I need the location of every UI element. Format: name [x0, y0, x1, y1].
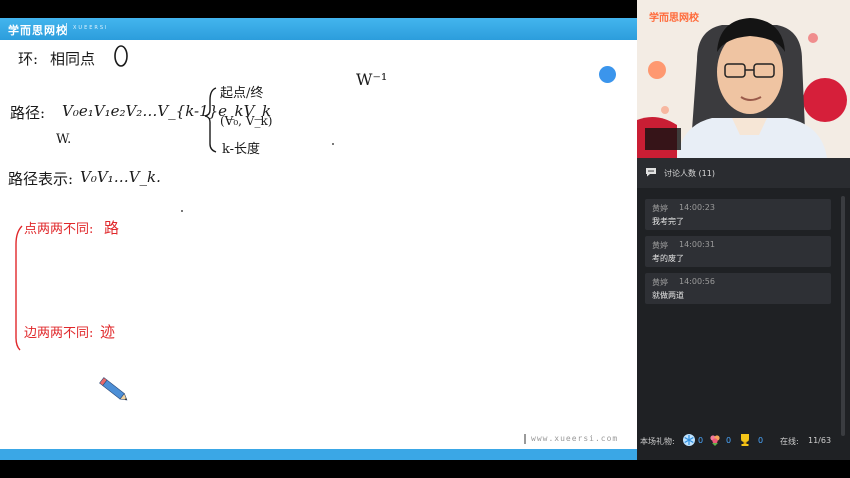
chat-title: 讨论人数 (11) — [664, 169, 715, 178]
trophy-icon[interactable] — [738, 433, 752, 447]
chat-message: 黄婷 14:00:31 考的废了 — [645, 236, 831, 267]
snowflake-icon[interactable] — [682, 433, 696, 447]
laser-pointer — [599, 66, 616, 83]
whiteboard: 学而思网校 XUEERSI 环: 相同点 路径: V₀e₁V₁e₂V₂…V_{k… — [0, 18, 637, 460]
hw-line2-sub: W. — [56, 132, 72, 147]
chat-panel: 讨论人数 (11) 黄婷 14:00:23 我考完了 黄婷 14:00:31 考… — [637, 158, 850, 460]
ink-dot — [332, 143, 334, 145]
flower-icon[interactable] — [708, 433, 722, 447]
chat-message-text: 考的废了 — [652, 254, 684, 263]
bottom-bar — [0, 460, 850, 478]
hw-line1-label: 环: — [18, 50, 39, 68]
red-brace — [15, 225, 23, 351]
gift-bar: 本场礼物: 0 0 0 在线: 11/63 — [637, 430, 850, 450]
chat-scrollbar[interactable] — [841, 196, 845, 436]
pencil-icon — [99, 377, 128, 401]
hw-brace-item2: (V₀, V_k) — [220, 114, 273, 128]
chat-message-text: 就做两道 — [652, 291, 684, 300]
handwriting-strokes — [15, 45, 334, 401]
chat-message-time: 14:00:31 — [679, 240, 715, 249]
hw-line2-label: 路径: — [10, 104, 46, 122]
teacher-video: 学而思网校 — [637, 0, 850, 158]
gift-count: 0 — [758, 436, 764, 445]
chat-message: 黄婷 14:00:56 就做两道 — [645, 273, 831, 304]
chat-header: 讨论人数 (11) — [637, 158, 850, 188]
chat-message-text: 我考完了 — [652, 217, 684, 226]
gift-label: 本场礼物: — [640, 437, 675, 446]
chat-message-time: 14:00:56 — [679, 277, 715, 286]
online-label: 在线: — [780, 437, 799, 446]
video-brand: 学而思网校 — [649, 13, 699, 24]
hw-right-mark: W⁻¹ — [356, 70, 388, 89]
footer-url: www.xueersi.com — [524, 434, 618, 444]
hw-line3-label: 路径表示: — [8, 170, 74, 188]
hw-brace-item3: k-长度 — [222, 142, 261, 157]
hw-brace-item1: 起点/终 — [220, 86, 264, 101]
gift-count: 0 — [698, 436, 704, 445]
hw-line3-text: V₀V₁…V_k. — [80, 168, 161, 186]
gift-count: 0 — [726, 436, 732, 445]
online-count: 11/63 — [808, 436, 832, 445]
hw-red-item2: 边两两不同: — [24, 326, 94, 341]
ink-dot — [181, 210, 183, 212]
chat-message-sender: 黄婷 — [652, 278, 668, 287]
chat-bubble-icon — [646, 168, 656, 177]
chat-message: 黄婷 14:00:23 我考完了 — [645, 199, 831, 230]
drawn-circle — [114, 45, 128, 67]
hw-red-item1: 点两两不同: — [24, 222, 94, 237]
chat-message-sender: 黄婷 — [652, 204, 668, 213]
chat-message-sender: 黄婷 — [652, 241, 668, 250]
drawn-brace — [204, 87, 217, 153]
chat-message-time: 14:00:23 — [679, 203, 715, 212]
whiteboard-footer — [0, 449, 637, 460]
hw-red-item2-value: 迹 — [100, 323, 116, 341]
hw-red-item1-value: 路 — [104, 219, 120, 237]
hw-line1-text: 相同点 — [50, 50, 96, 68]
